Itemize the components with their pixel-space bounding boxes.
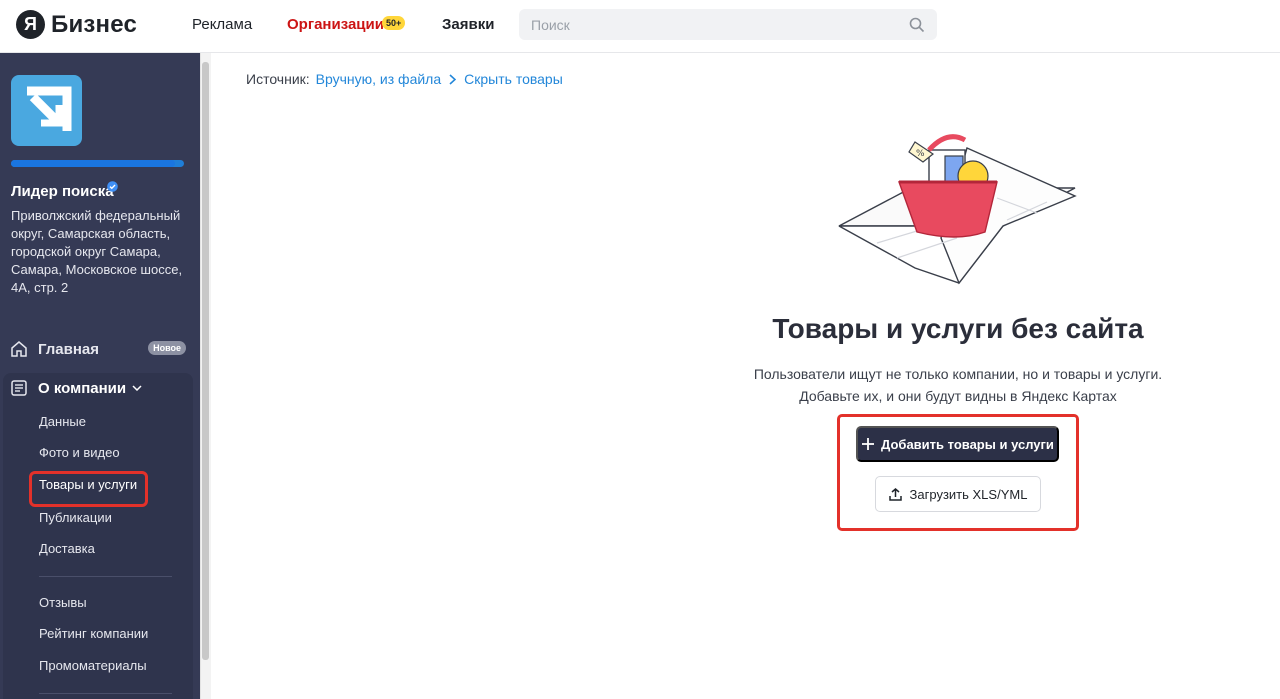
nav-requests[interactable]: Заявки bbox=[442, 16, 494, 33]
chevron-down-icon bbox=[132, 385, 142, 391]
sidebar-subitem-promo[interactable]: Промоматериалы bbox=[39, 658, 147, 673]
company-name[interactable]: Лидер поиска bbox=[11, 183, 114, 200]
upload-xls-yml-button[interactable]: Загрузить XLS/YML bbox=[875, 476, 1041, 512]
profile-progress-bar bbox=[11, 160, 184, 167]
sidebar-subitem-photo-video[interactable]: Фото и видео bbox=[39, 445, 120, 460]
top-bar: Я Бизнес Реклама Организации 50+ Заявки bbox=[0, 0, 1280, 53]
sidebar-scrollbar-thumb[interactable] bbox=[202, 62, 209, 660]
nav-organizations[interactable]: Организации bbox=[287, 16, 384, 33]
verified-icon bbox=[107, 181, 118, 192]
sidebar-divider bbox=[39, 693, 172, 694]
upload-icon bbox=[888, 487, 902, 501]
home-icon bbox=[11, 341, 27, 357]
yandex-business-logo[interactable]: Я Бизнес bbox=[16, 10, 137, 39]
document-icon bbox=[11, 380, 27, 396]
plus-icon bbox=[862, 438, 875, 450]
company-address: Приволжский федеральный округ, Самарская… bbox=[11, 208, 183, 295]
organizations-count-badge: 50+ bbox=[382, 16, 406, 30]
sidebar-subitem-rating[interactable]: Рейтинг компании bbox=[39, 626, 148, 641]
add-goods-label: Добавить товары и услуги bbox=[881, 436, 1054, 452]
hide-goods-link[interactable]: Скрыть товары bbox=[464, 71, 563, 87]
upload-label: Загрузить XLS/YML bbox=[909, 486, 1028, 502]
sidebar-subitem-publications[interactable]: Публикации bbox=[39, 510, 112, 525]
shopping-basket-map-illustration: % bbox=[838, 134, 1077, 285]
company-logo[interactable] bbox=[11, 75, 82, 146]
logo-text: Бизнес bbox=[51, 10, 138, 38]
profile-progress-fill bbox=[11, 160, 176, 167]
description-line: Пользователи ищут не только компании, но… bbox=[753, 366, 1163, 382]
svg-text:%: % bbox=[916, 149, 925, 159]
sidebar-item-label: Главная bbox=[38, 340, 100, 358]
source-label: Источник: bbox=[246, 71, 310, 87]
about-company-panel bbox=[3, 373, 193, 699]
highlight-goods-services bbox=[29, 471, 148, 507]
yandex-logo-mark: Я bbox=[16, 10, 45, 39]
sidebar-subitem-data[interactable]: Данные bbox=[39, 414, 86, 429]
search-input[interactable] bbox=[519, 9, 937, 40]
sidebar-item-label: О компании bbox=[38, 379, 127, 397]
sidebar: Лидер поиска Приволжский федеральный окр… bbox=[0, 53, 200, 699]
new-badge: Новое bbox=[148, 341, 186, 355]
sidebar-divider bbox=[39, 576, 172, 577]
nav-ads[interactable]: Реклама bbox=[192, 16, 252, 33]
search-icon[interactable] bbox=[909, 17, 925, 33]
empty-state-title: Товары и услуги без сайта bbox=[772, 313, 1144, 344]
search-box[interactable] bbox=[519, 9, 937, 40]
company-logo-arrow-icon bbox=[27, 86, 72, 131]
description-line: Добавьте их, и они будут видны в Яндекс … bbox=[799, 388, 1117, 404]
chevron-right-icon bbox=[449, 73, 457, 85]
empty-state-description: Пользователи ищут не только компании, но… bbox=[700, 363, 1216, 407]
source-link[interactable]: Вручную, из файла bbox=[316, 71, 441, 87]
sidebar-subitem-reviews[interactable]: Отзывы bbox=[39, 595, 87, 610]
sidebar-item-home[interactable]: Главная Новое bbox=[10, 338, 190, 360]
sidebar-item-about[interactable]: О компании bbox=[10, 379, 142, 397]
source-breadcrumb: Источник: Вручную, из файла Скрыть товар… bbox=[246, 71, 563, 87]
add-goods-button[interactable]: Добавить товары и услуги bbox=[856, 426, 1059, 462]
sidebar-subitem-delivery[interactable]: Доставка bbox=[39, 541, 95, 556]
